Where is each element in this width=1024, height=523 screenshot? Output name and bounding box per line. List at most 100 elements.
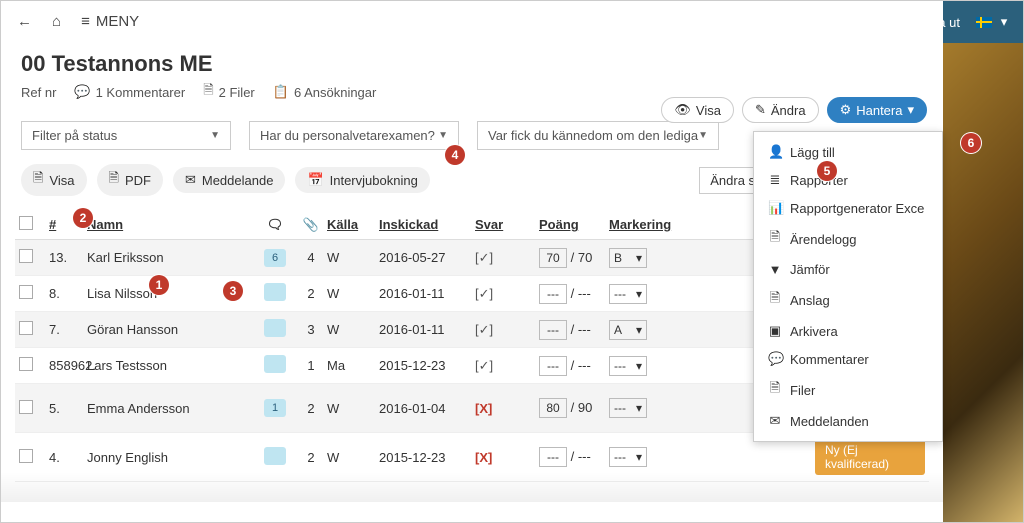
row-checkbox[interactable] <box>19 249 33 263</box>
bulk-message-button[interactable]: ✉Meddelande <box>173 167 285 193</box>
interview-booking-button[interactable]: 📅Intervjubokning <box>295 167 429 193</box>
row-date: 2016-05-27 <box>379 250 475 265</box>
comments-meta[interactable]: 💬1 Kommentarer <box>74 84 185 100</box>
row-source: W <box>327 450 379 465</box>
mark-select[interactable]: --- ▾ <box>609 447 647 467</box>
caret-down-icon: ▾ <box>636 401 642 415</box>
callout-6: 6 <box>961 133 981 153</box>
row-attachments: 2 <box>295 450 327 465</box>
menu-compare[interactable]: ▼Jämför <box>754 256 942 283</box>
menu-post[interactable]: 🗎Anslag <box>754 283 942 317</box>
mark-select[interactable]: B ▾ <box>609 248 647 268</box>
caret-down-icon: ▼ <box>438 130 448 141</box>
comment-bubble[interactable]: 1 <box>264 399 286 417</box>
answer-yes-icon: [✓] <box>475 322 493 337</box>
comment-bubble[interactable] <box>264 447 286 465</box>
status-filter[interactable]: Filter på status▼ <box>21 121 231 150</box>
col-comments-icon[interactable]: 🗨 <box>255 217 295 233</box>
row-score: --- / --- <box>539 356 609 376</box>
row-number: 7. <box>49 322 87 337</box>
comment-bubble[interactable] <box>264 283 286 301</box>
row-score: --- / --- <box>539 320 609 340</box>
score-input[interactable]: --- <box>539 284 567 304</box>
callout-5: 5 <box>817 161 837 181</box>
score-input[interactable]: --- <box>539 447 567 467</box>
row-checkbox[interactable] <box>19 400 33 414</box>
bar-chart-icon: 📊 <box>768 200 782 216</box>
row-number: 5. <box>49 401 87 416</box>
files-meta[interactable]: 🗎2 Filer <box>203 81 255 103</box>
bottom-shadow <box>1 472 943 502</box>
menu-files[interactable]: 🗎Filer <box>754 373 942 407</box>
row-number: 858962. <box>49 358 87 373</box>
envelope-icon: ✉ <box>185 172 196 188</box>
list-icon: ≣ <box>768 172 782 188</box>
view-button[interactable]: 👁Visa <box>661 97 734 123</box>
score-input[interactable]: 70 <box>539 248 567 268</box>
question1-filter[interactable]: Har du personalvetarexamen?▼ <box>249 121 459 150</box>
col-score[interactable]: Poäng <box>539 217 609 232</box>
callout-2: 2 <box>73 208 93 228</box>
col-submitted[interactable]: Inskickad <box>379 217 475 232</box>
score-input[interactable]: 80 <box>539 398 567 418</box>
col-source[interactable]: Källa <box>327 217 379 232</box>
row-checkbox[interactable] <box>19 285 33 299</box>
manage-button[interactable]: ⚙Hantera ▾ <box>827 97 927 123</box>
question2-filter[interactable]: Var fick du kännedom om den lediga▼ <box>477 121 719 150</box>
row-answer: [X] <box>475 401 539 416</box>
menu-add[interactable]: 👤Lägg till <box>754 138 942 166</box>
row-name[interactable]: Göran Hansson <box>87 322 255 337</box>
row-checkbox[interactable] <box>19 321 33 335</box>
mark-select[interactable]: --- ▾ <box>609 356 647 376</box>
file-icon: 🗎 <box>768 379 782 401</box>
row-checkbox[interactable] <box>19 449 33 463</box>
col-mark[interactable]: Markering <box>609 217 705 232</box>
applications-meta[interactable]: 📋6 Ansökningar <box>273 84 377 100</box>
menu-comments[interactable]: 💬Kommentarer <box>754 345 942 373</box>
page-header: 00 Testannons ME <box>1 41 943 79</box>
comment-bubble[interactable] <box>264 355 286 373</box>
row-score: --- / --- <box>539 447 609 467</box>
row-name[interactable]: Karl Eriksson <box>87 250 255 265</box>
doc-icon: 🗎 <box>33 169 43 191</box>
comment-bubble[interactable]: 6 <box>264 249 286 267</box>
row-attachments: 4 <box>295 250 327 265</box>
row-attachments: 2 <box>295 286 327 301</box>
bulk-pdf-button[interactable]: 🗎PDF <box>97 164 163 196</box>
language-menu[interactable]: ▾ <box>976 14 1011 30</box>
col-answer[interactable]: Svar <box>475 217 539 232</box>
row-answer: [✓] <box>475 250 539 266</box>
home-button[interactable]: ⌂ <box>52 13 61 30</box>
row-checkbox[interactable] <box>19 357 33 371</box>
bulk-view-button[interactable]: 🗎Visa <box>21 164 87 196</box>
mark-select[interactable]: A ▾ <box>609 320 647 340</box>
row-source: W <box>327 250 379 265</box>
select-all-checkbox[interactable] <box>19 216 33 230</box>
row-name[interactable]: Jonny English <box>87 450 255 465</box>
menu-archive[interactable]: ▣Arkivera <box>754 317 942 345</box>
caret-down-icon: ▾ <box>636 359 642 373</box>
gear-icon: ⚙ <box>840 102 852 118</box>
menu-case-log[interactable]: 🗎Ärendelogg <box>754 222 942 256</box>
row-name[interactable]: Emma Andersson <box>87 401 255 416</box>
col-name[interactable]: Namn <box>87 217 255 232</box>
col-attachments-icon[interactable]: 📎 <box>295 217 327 233</box>
menu-messages[interactable]: ✉Meddelanden <box>754 407 942 435</box>
caret-down-icon: ▾ <box>636 323 642 337</box>
back-button[interactable]: ← <box>17 13 32 30</box>
menu-button[interactable]: ≡ MENY <box>81 13 139 30</box>
score-input[interactable]: --- <box>539 320 567 340</box>
row-score: 80 / 90 <box>539 398 609 418</box>
clipboard-icon: 📋 <box>273 84 289 100</box>
score-input[interactable]: --- <box>539 356 567 376</box>
edit-button[interactable]: ✎Ändra <box>742 97 819 123</box>
mark-select[interactable]: --- ▾ <box>609 284 647 304</box>
ref-label: Ref nr <box>21 85 56 100</box>
answer-yes-icon: [✓] <box>475 250 493 265</box>
row-name[interactable]: Lars Testsson <box>87 358 255 373</box>
menu-reports[interactable]: ≣Rapporter <box>754 166 942 194</box>
mark-select[interactable]: --- ▾ <box>609 398 647 418</box>
menu-report-generator[interactable]: 📊Rapportgenerator Exce <box>754 194 942 222</box>
doc-icon: 🗎 <box>768 289 782 311</box>
comment-bubble[interactable] <box>264 319 286 337</box>
